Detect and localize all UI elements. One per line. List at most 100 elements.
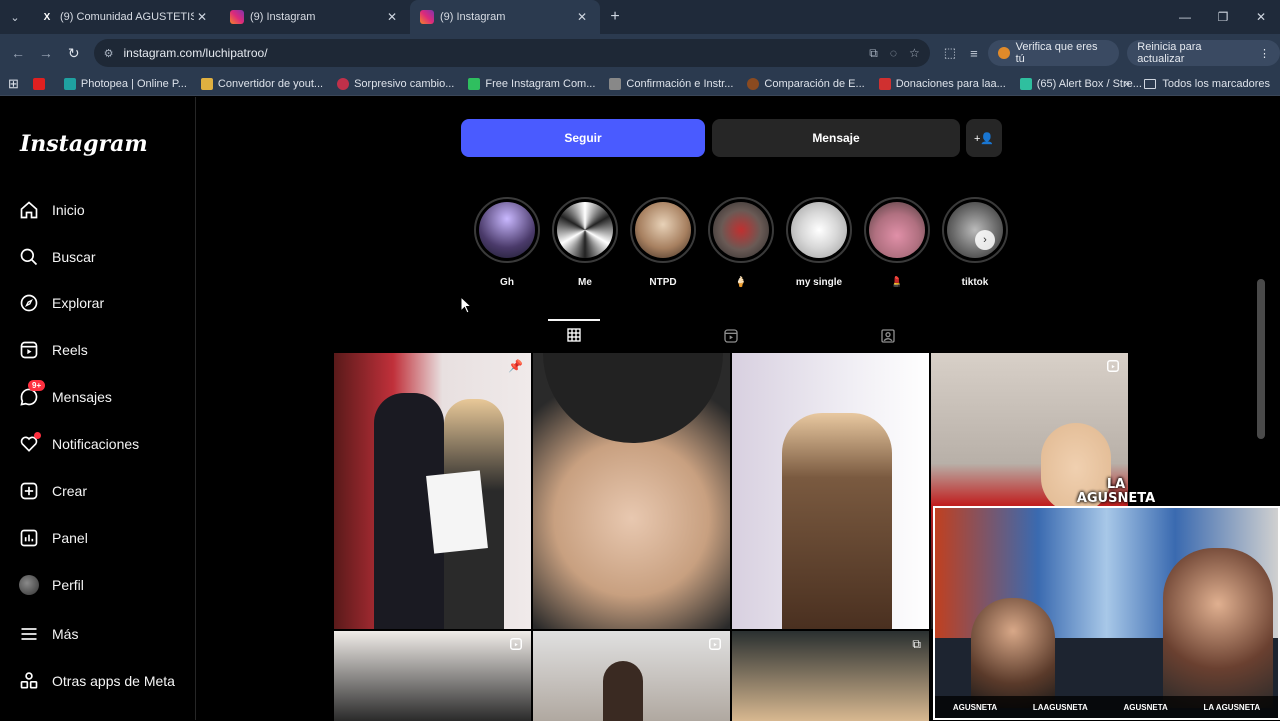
- post-thumbnail[interactable]: [533, 353, 730, 629]
- install-app-icon[interactable]: ⧉: [869, 46, 878, 61]
- home-icon: [18, 199, 40, 221]
- highlight-item[interactable]: my single: [785, 197, 853, 288]
- instagram-logo[interactable]: Instagram: [20, 131, 148, 157]
- bookmark-item[interactable]: Free Instagram Com...: [468, 77, 595, 90]
- highlight-item[interactable]: 🍦: [707, 197, 775, 288]
- highlight-item[interactable]: NTPD: [629, 197, 697, 288]
- instagram-icon: [420, 10, 434, 24]
- profile-verify-button[interactable]: Verifica que eres tú: [987, 40, 1120, 66]
- streamer-logo: LA AGUSNETA: [1076, 478, 1156, 506]
- bookmark-item[interactable]: Photopea | Online P...: [63, 77, 187, 90]
- instagram-icon: [230, 10, 244, 24]
- pin-icon: 📌: [508, 359, 523, 373]
- nav-label: Inicio: [52, 202, 85, 218]
- webcam-overlay: AGUSNETA LAAGUSNETA AGUSNETA LA AGUSNETA: [933, 506, 1280, 720]
- post-thumbnail[interactable]: ⧉: [732, 631, 929, 721]
- all-bookmarks-button[interactable]: Todos los marcadores: [1144, 78, 1270, 90]
- close-window-icon[interactable]: ✕: [1242, 0, 1280, 34]
- media-controls-icon[interactable]: ≡: [970, 46, 978, 61]
- highlight-item[interactable]: Me: [551, 197, 619, 288]
- follow-button[interactable]: Seguir: [461, 119, 705, 157]
- bookmark-label: Sorpresivo cambio...: [354, 77, 455, 90]
- restore-icon[interactable]: ❐: [1204, 0, 1242, 34]
- extensions-icon[interactable]: ⬚: [944, 45, 956, 61]
- update-label: Reinicia para actualizar: [1137, 41, 1202, 65]
- compass-icon: [18, 292, 40, 314]
- post-thumbnail[interactable]: [732, 353, 929, 629]
- person-left: [971, 598, 1055, 708]
- highlight-item[interactable]: 💄: [863, 197, 931, 288]
- browser-tab[interactable]: X (9) Comunidad AGUSTETISMO ✕: [30, 0, 220, 34]
- bookmark-item[interactable]: Donaciones para laa...: [878, 77, 1006, 90]
- highlight-label: Me: [578, 277, 592, 288]
- bookmark-icon: [878, 77, 891, 90]
- tab-tagged[interactable]: [862, 323, 914, 353]
- update-button[interactable]: Reinicia para actualizar ⋮: [1127, 40, 1280, 66]
- minimize-icon[interactable]: —: [1166, 0, 1204, 34]
- chevron-right-icon[interactable]: ›: [975, 230, 995, 250]
- post-thumbnail[interactable]: [334, 631, 531, 721]
- close-tab-icon[interactable]: ✕: [194, 10, 210, 24]
- site-info-icon[interactable]: ⚙: [104, 47, 114, 60]
- nav-notificaciones[interactable]: Notificaciones: [18, 429, 139, 459]
- browser-tab[interactable]: (9) Instagram ✕: [220, 0, 410, 34]
- nav-label: Notificaciones: [52, 436, 140, 452]
- reels-icon: [723, 328, 739, 349]
- nav-mas[interactable]: Más: [18, 619, 78, 649]
- browser-tab-active[interactable]: (9) Instagram ✕: [410, 0, 600, 34]
- nav-crear[interactable]: Crear: [18, 476, 87, 506]
- avatar: [18, 574, 40, 596]
- suggest-user-icon[interactable]: +👤: [966, 119, 1002, 157]
- nav-panel[interactable]: Panel: [18, 523, 88, 553]
- highlight-cover: [947, 202, 1003, 258]
- post-thumbnail[interactable]: 📌: [334, 353, 531, 629]
- profile-avatar-icon: [997, 47, 1010, 59]
- highlight-label: NTPD: [649, 277, 677, 288]
- heart-icon: [18, 432, 41, 455]
- tab-posts[interactable]: [548, 319, 600, 353]
- url-input[interactable]: ⚙ instagram.com/luchipatroo/ ⧉ ◌ ☆: [93, 39, 930, 67]
- url-text: instagram.com/luchipatroo/: [123, 46, 268, 60]
- folder-icon: [1144, 78, 1157, 89]
- nav-inicio[interactable]: Inicio: [18, 195, 85, 225]
- nav-reels[interactable]: Reels: [18, 335, 88, 365]
- back-icon[interactable]: ←: [4, 45, 32, 61]
- page-scrollbar[interactable]: [1257, 279, 1265, 439]
- nav-otras-apps[interactable]: Otras apps de Meta: [18, 666, 175, 696]
- reload-icon[interactable]: ↻: [60, 45, 88, 62]
- bookmark-icon: [63, 77, 76, 90]
- tab-reels[interactable]: [705, 323, 757, 353]
- bookmark-item[interactable]: Sorpresivo cambio...: [337, 77, 455, 90]
- highlight-item[interactable]: Gh: [473, 197, 541, 288]
- nav-explorar[interactable]: Explorar: [18, 288, 104, 318]
- post-thumbnail[interactable]: [533, 631, 730, 721]
- bookmark-icon: [337, 77, 350, 90]
- eye-off-icon[interactable]: ◌: [890, 46, 897, 60]
- window-controls: — ❐ ✕: [1166, 0, 1280, 34]
- bookmark-star-icon[interactable]: ☆: [909, 46, 920, 60]
- meta-apps-icon: [18, 670, 40, 692]
- tab-search-button[interactable]: ⌄: [0, 0, 30, 34]
- highlight-label: my single: [795, 277, 843, 288]
- highlight-cover: [557, 202, 613, 258]
- more-bookmarks-icon[interactable]: »: [1124, 78, 1130, 90]
- nav-label: Reels: [52, 342, 88, 358]
- bookmark-item[interactable]: Confirmación e Instr...: [609, 77, 733, 90]
- close-tab-icon[interactable]: ✕: [574, 10, 590, 24]
- apps-grid-icon[interactable]: ⊞: [8, 76, 19, 92]
- bookmark-item[interactable]: Comparación de E...: [747, 77, 865, 90]
- nav-mensajes[interactable]: 9+ Mensajes: [18, 380, 112, 412]
- forward-icon[interactable]: →: [32, 45, 60, 61]
- close-tab-icon[interactable]: ✕: [384, 10, 400, 24]
- new-tab-button[interactable]: +: [600, 8, 630, 26]
- nav-label: Más: [52, 626, 79, 642]
- nav-perfil[interactable]: Perfil: [18, 570, 84, 600]
- bookmark-item[interactable]: Convertidor de yout...: [200, 77, 323, 90]
- youtube-bookmark[interactable]: [32, 77, 50, 90]
- message-button[interactable]: Mensaje: [712, 119, 960, 157]
- nav-buscar[interactable]: Buscar: [18, 242, 96, 272]
- highlight-cover: [791, 202, 847, 258]
- nav-label: Otras apps de Meta: [52, 673, 175, 689]
- more-menu-icon: ⋮: [1259, 47, 1271, 60]
- instagram-handle: AGUSNETA: [952, 702, 998, 712]
